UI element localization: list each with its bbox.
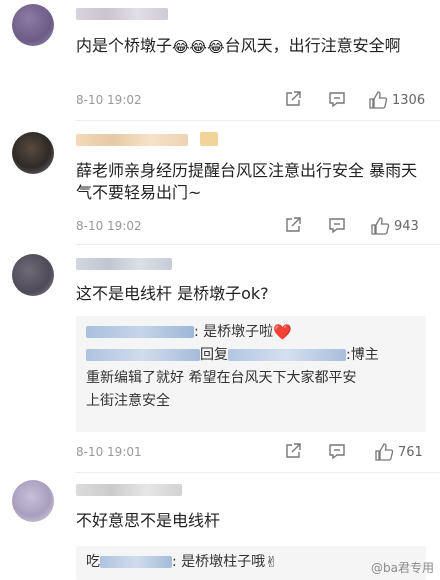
share-icon[interactable]	[284, 216, 302, 234]
like-count: 761	[398, 444, 423, 460]
username-blurred[interactable]	[76, 8, 168, 20]
like-count: 943	[394, 218, 419, 234]
reply-item: 上街注意安全	[86, 393, 170, 409]
like-icon	[371, 217, 390, 235]
comment-meta: 8-10 19:02 1306	[76, 90, 432, 112]
divider	[76, 472, 440, 473]
watermark: @ba君专用	[371, 561, 434, 575]
avatar[interactable]	[12, 254, 54, 296]
divider	[76, 244, 440, 245]
timestamp: 8-10 19:02	[76, 219, 142, 233]
like-count: 1306	[392, 92, 426, 108]
reply-item: : 是桥墩子啦❤️	[86, 322, 292, 343]
comment-text: 薛老师亲身经历提醒台风区注意出行安全 暴雨天气不要轻易出门~	[76, 161, 418, 202]
like-button[interactable]: 943	[370, 216, 419, 236]
comment-meta: 8-10 19:01 761	[76, 442, 432, 464]
reply-item: 重新编辑了就好 希望在台风天下大家都平安	[86, 370, 357, 386]
laugh-emoji: 😂	[207, 38, 225, 56]
laugh-emoji: 😂	[172, 38, 190, 56]
victory-hand-emoji: ✌	[265, 553, 278, 571]
share-icon[interactable]	[284, 442, 302, 460]
avatar[interactable]	[12, 4, 54, 46]
reply-box[interactable]: : 是桥墩子啦❤️ 回复:博主 重新编辑了就好 希望在台风天下大家都平安 上街注…	[76, 316, 426, 432]
reply-item: 吃: 是桥墩柱子哦✌	[86, 553, 278, 571]
comment-meta: 8-10 19:02 943	[76, 216, 432, 238]
like-icon	[375, 443, 394, 461]
comment-text: 不好意思不是电线杆	[76, 511, 221, 530]
avatar[interactable]	[12, 480, 54, 522]
comment-text: 这不是电线杆 是桥墩子ok?	[76, 284, 269, 303]
comment-text: 内是个桥墩子😂😂😂台风天，出行注意安全啊	[76, 36, 401, 56]
like-icon	[369, 91, 388, 109]
timestamp: 8-10 19:01	[76, 445, 142, 459]
reply-item: 回复:博主	[86, 345, 379, 366]
share-icon[interactable]	[284, 90, 302, 108]
comment-icon[interactable]	[328, 442, 346, 460]
heart-emoji: ❤️	[273, 323, 292, 341]
username-blurred[interactable]	[76, 258, 172, 270]
avatar[interactable]	[12, 132, 54, 174]
username-blurred[interactable]	[76, 134, 188, 146]
laugh-emoji: 😂	[189, 38, 208, 56]
comment-icon[interactable]	[328, 216, 346, 234]
like-button[interactable]: 761	[374, 442, 423, 462]
timestamp: 8-10 19:02	[76, 93, 142, 107]
like-button[interactable]: 1306	[368, 90, 425, 110]
username-blurred[interactable]	[76, 484, 182, 496]
comment-icon[interactable]	[328, 90, 346, 108]
badge-blurred	[200, 132, 218, 146]
divider	[76, 120, 440, 121]
